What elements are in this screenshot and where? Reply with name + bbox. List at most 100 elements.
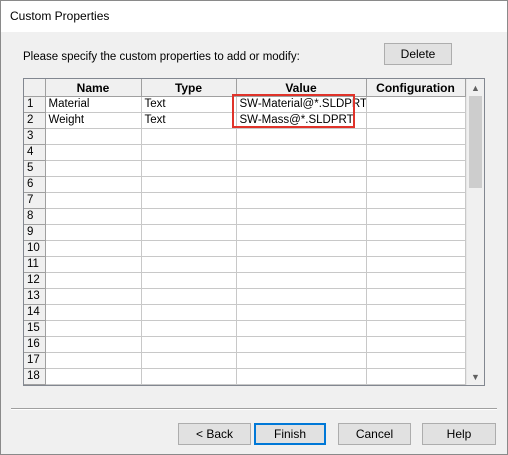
column-header-type[interactable]: Type xyxy=(141,79,237,97)
scrollbar-thumb[interactable] xyxy=(469,96,482,188)
table-row[interactable]: 7 xyxy=(24,192,466,209)
row-number[interactable]: 16 xyxy=(24,336,46,353)
cell-configuration[interactable] xyxy=(366,288,466,305)
cell-type[interactable] xyxy=(141,240,237,257)
cell-name[interactable] xyxy=(45,336,142,353)
cell-value[interactable] xyxy=(236,320,367,337)
cell-type[interactable] xyxy=(141,304,237,321)
help-button[interactable]: Help xyxy=(422,423,496,445)
table-row[interactable]: 8 xyxy=(24,208,466,225)
cell-type[interactable]: Text xyxy=(141,96,237,113)
cell-value[interactable] xyxy=(236,368,367,385)
cell-value[interactable] xyxy=(236,240,367,257)
cell-name[interactable] xyxy=(45,176,142,193)
table-row[interactable]: 16 xyxy=(24,336,466,353)
cell-type[interactable] xyxy=(141,256,237,273)
cell-type[interactable] xyxy=(141,288,237,305)
cell-value[interactable] xyxy=(236,336,367,353)
table-row[interactable]: 9 xyxy=(24,224,466,241)
row-number[interactable]: 15 xyxy=(24,320,46,337)
cell-configuration[interactable] xyxy=(366,240,466,257)
column-header-configuration[interactable]: Configuration xyxy=(366,79,466,97)
table-row[interactable]: 4 xyxy=(24,144,466,161)
cell-configuration[interactable] xyxy=(366,176,466,193)
cell-type[interactable] xyxy=(141,192,237,209)
table-row[interactable]: 10 xyxy=(24,240,466,257)
cell-name[interactable] xyxy=(45,160,142,177)
cell-value[interactable] xyxy=(236,176,367,193)
cell-value[interactable] xyxy=(236,256,367,273)
cell-name[interactable] xyxy=(45,272,142,289)
cell-type[interactable] xyxy=(141,144,237,161)
row-number[interactable]: 13 xyxy=(24,288,46,305)
cell-type[interactable] xyxy=(141,336,237,353)
cell-name[interactable]: Weight xyxy=(45,112,142,129)
table-row[interactable]: 17 xyxy=(24,352,466,369)
cell-value[interactable]: SW-Material@*.SLDPRT xyxy=(236,96,367,113)
chevron-up-icon[interactable]: ▲ xyxy=(467,79,484,96)
row-number[interactable]: 11 xyxy=(24,256,46,273)
column-header-value[interactable]: Value xyxy=(236,79,367,97)
cell-value[interactable] xyxy=(236,288,367,305)
cell-configuration[interactable] xyxy=(366,96,466,113)
cell-configuration[interactable] xyxy=(366,368,466,385)
table-row[interactable]: 18 xyxy=(24,368,466,385)
cell-configuration[interactable] xyxy=(366,304,466,321)
row-number[interactable]: 17 xyxy=(24,352,46,369)
cell-type[interactable] xyxy=(141,352,237,369)
table-row[interactable]: 13 xyxy=(24,288,466,305)
cell-type[interactable] xyxy=(141,320,237,337)
cell-configuration[interactable] xyxy=(366,144,466,161)
cell-value[interactable] xyxy=(236,160,367,177)
cell-name[interactable] xyxy=(45,224,142,241)
column-header-name[interactable]: Name xyxy=(45,79,142,97)
cell-configuration[interactable] xyxy=(366,208,466,225)
table-row[interactable]: 12 xyxy=(24,272,466,289)
cell-configuration[interactable] xyxy=(366,320,466,337)
table-row[interactable]: 11 xyxy=(24,256,466,273)
cell-configuration[interactable] xyxy=(366,256,466,273)
table-row[interactable]: 3 xyxy=(24,128,466,145)
cell-type[interactable] xyxy=(141,368,237,385)
row-number[interactable]: 7 xyxy=(24,192,46,209)
cancel-button[interactable]: Cancel xyxy=(338,423,411,445)
cell-configuration[interactable] xyxy=(366,272,466,289)
cell-value[interactable] xyxy=(236,208,367,225)
finish-button[interactable]: Finish xyxy=(254,423,326,445)
table-row[interactable]: 2 Weight Text SW-Mass@*.SLDPRT xyxy=(24,112,466,129)
table-row[interactable]: 1 Material Text SW-Material@*.SLDPRT xyxy=(24,96,466,113)
cell-value[interactable] xyxy=(236,128,367,145)
row-number[interactable]: 12 xyxy=(24,272,46,289)
cell-type[interactable] xyxy=(141,208,237,225)
cell-name[interactable] xyxy=(45,256,142,273)
cell-name[interactable] xyxy=(45,144,142,161)
row-number[interactable]: 2 xyxy=(24,112,46,129)
cell-name[interactable] xyxy=(45,192,142,209)
cell-name[interactable] xyxy=(45,304,142,321)
cell-value[interactable] xyxy=(236,224,367,241)
row-number[interactable]: 8 xyxy=(24,208,46,225)
cell-name[interactable] xyxy=(45,128,142,145)
cell-configuration[interactable] xyxy=(366,192,466,209)
cell-name[interactable] xyxy=(45,320,142,337)
row-number[interactable]: 9 xyxy=(24,224,46,241)
cell-type[interactable] xyxy=(141,176,237,193)
table-row[interactable]: 6 xyxy=(24,176,466,193)
cell-type[interactable] xyxy=(141,160,237,177)
row-number[interactable]: 6 xyxy=(24,176,46,193)
row-number[interactable]: 14 xyxy=(24,304,46,321)
cell-value[interactable] xyxy=(236,304,367,321)
cell-configuration[interactable] xyxy=(366,336,466,353)
row-number[interactable]: 5 xyxy=(24,160,46,177)
row-number[interactable]: 10 xyxy=(24,240,46,257)
cell-type[interactable]: Text xyxy=(141,112,237,129)
row-number[interactable]: 18 xyxy=(24,368,46,385)
cell-value[interactable] xyxy=(236,272,367,289)
cell-configuration[interactable] xyxy=(366,128,466,145)
cell-name[interactable] xyxy=(45,208,142,225)
row-number[interactable]: 3 xyxy=(24,128,46,145)
row-number[interactable]: 4 xyxy=(24,144,46,161)
cell-configuration[interactable] xyxy=(366,112,466,129)
table-row[interactable]: 15 xyxy=(24,320,466,337)
chevron-down-icon[interactable]: ▼ xyxy=(467,368,484,385)
